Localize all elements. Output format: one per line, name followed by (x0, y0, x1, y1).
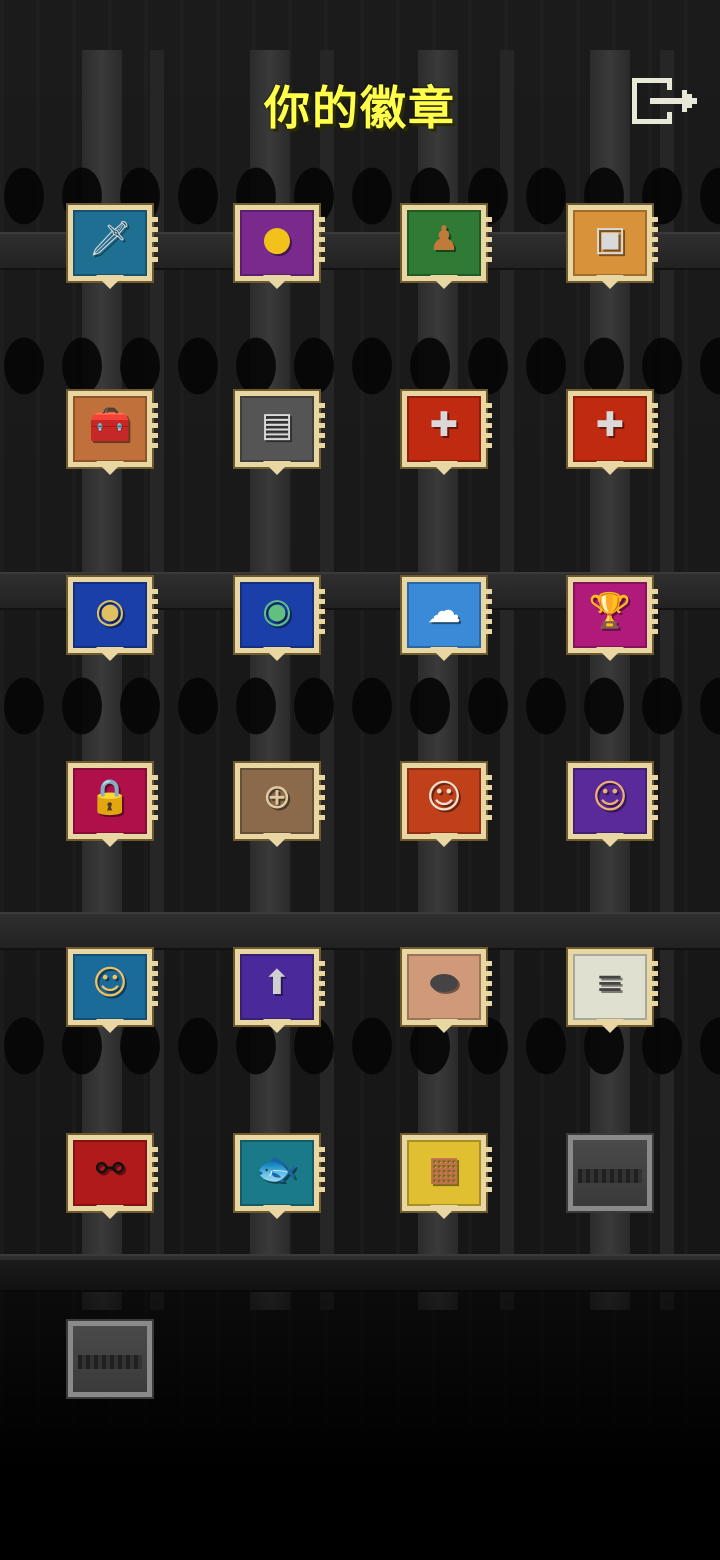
badge-6[interactable]: ▤ (235, 391, 325, 477)
badge-21[interactable]: ⚯ (68, 1135, 158, 1221)
badge-notch (319, 403, 325, 449)
badge-notch (152, 403, 158, 449)
badge-5[interactable]: 🧰 (68, 391, 158, 477)
badge-tip (596, 461, 624, 475)
badge-10[interactable]: ◉ (235, 577, 325, 663)
badge-8[interactable]: ✚ (568, 391, 658, 477)
badge-grid: 🗡 ● ♟ ▣ 🧰 ▤ ✚ ✚ ◉ ◉ ☁ 🏆 🔒 ⊕ ☺ ☺ ☺ ⬆ ⬬ ≡ ⚯ 🐟 ▦ (0, 0, 720, 1560)
badge-notch (152, 1147, 158, 1193)
badge-20[interactable]: ≡ (568, 949, 658, 1035)
badge-22[interactable]: 🐟 (235, 1135, 325, 1221)
armor-icon: ▣ (593, 219, 627, 259)
badge-notch (152, 775, 158, 821)
badge-17[interactable]: ☺ (68, 949, 158, 1035)
badge-notch (652, 961, 658, 1007)
badge-notch (152, 961, 158, 1007)
badge-tip (263, 647, 291, 661)
badge-24[interactable] (568, 1135, 652, 1221)
rainbow-orb-icon: ◉ (262, 591, 292, 631)
badge-12[interactable]: 🏆 (568, 577, 658, 663)
plus-icon: ✚ (595, 405, 625, 445)
arrow-up-icon: ⬆ (262, 963, 292, 1003)
blonde-hero-face-icon: ☺ (92, 963, 128, 1003)
hero-face-icon: ☺ (592, 777, 628, 817)
badge-notch (152, 589, 158, 635)
stone-icon: ⬬ (429, 963, 459, 1003)
badge-tip (430, 1019, 458, 1033)
badge-tip (596, 1019, 624, 1033)
badge-7[interactable]: ✚ (402, 391, 492, 477)
badge-tip (96, 833, 124, 847)
badge-notch (652, 217, 658, 263)
badge-notch (486, 589, 492, 635)
badge-3[interactable]: ♟ (402, 205, 492, 291)
badge-notch (319, 217, 325, 263)
badge-2[interactable]: ● (235, 205, 325, 291)
fish-icon: 🐟 (255, 1149, 299, 1189)
locked-slot-icon (578, 1169, 642, 1183)
plus-icon: ✚ (429, 405, 459, 445)
badge-13[interactable]: 🔒 (68, 763, 158, 849)
badge-16[interactable]: ☺ (568, 763, 658, 849)
badge-11[interactable]: ☁ (402, 577, 492, 663)
badge-notch (486, 775, 492, 821)
badge-tip (263, 275, 291, 289)
badge-tip (430, 275, 458, 289)
badge-notch (486, 1147, 492, 1193)
badge-tip (96, 1205, 124, 1219)
badge-notch (652, 589, 658, 635)
teeth-icon: ≡ (595, 963, 625, 1003)
glasses-icon: ⚯ (95, 1149, 125, 1189)
badge-14[interactable]: ⊕ (235, 763, 325, 849)
locked-slot-icon (78, 1355, 142, 1369)
badge-notch (486, 217, 492, 263)
badge-tip (430, 1205, 458, 1219)
badge-notch (319, 1147, 325, 1193)
badge-tip (96, 461, 124, 475)
badge-23[interactable]: ▦ (402, 1135, 492, 1221)
badge-18[interactable]: ⬆ (235, 949, 325, 1035)
badge-4[interactable]: ▣ (568, 205, 658, 291)
badge-tip (96, 647, 124, 661)
badge-tip (263, 1019, 291, 1033)
badge-tip (430, 833, 458, 847)
badge-tip (596, 275, 624, 289)
badge-tip (96, 275, 124, 289)
badge-notch (152, 217, 158, 263)
badge-25[interactable] (68, 1321, 152, 1407)
rune-icon: ⊕ (262, 777, 292, 817)
badge-15[interactable]: ☺ (402, 763, 492, 849)
armor-icon: ▤ (260, 405, 294, 445)
badge-tip (263, 1205, 291, 1219)
sword-icon: 🗡 (88, 219, 132, 259)
badge-tip (96, 1019, 124, 1033)
badge-tip (596, 833, 624, 847)
badge-tip (596, 647, 624, 661)
badge-tip (430, 461, 458, 475)
badge-tip (430, 647, 458, 661)
badge-notch (319, 775, 325, 821)
badge-1[interactable]: 🗡 (68, 205, 158, 291)
padlock-icon: 🔒 (88, 777, 132, 817)
rainbow-orb-icon: ◉ (95, 591, 125, 631)
badge-notch (652, 775, 658, 821)
badge-notch (319, 589, 325, 635)
bag-icon: 🧰 (88, 405, 132, 445)
trophy-icon: 🏆 (588, 591, 632, 631)
chest-icon: ▦ (427, 1149, 461, 1189)
badge-notch (319, 961, 325, 1007)
pawn-icon: ♟ (428, 219, 460, 259)
old-hero-face-icon: ☺ (426, 777, 462, 817)
badge-tip (263, 833, 291, 847)
badge-tip (263, 461, 291, 475)
badge-notch (486, 403, 492, 449)
cloud-icon: ☁ (427, 591, 461, 631)
badge-9[interactable]: ◉ (68, 577, 158, 663)
gold-icon: ● (262, 219, 292, 259)
badge-notch (652, 403, 658, 449)
badge-notch (486, 961, 492, 1007)
badge-19[interactable]: ⬬ (402, 949, 492, 1035)
